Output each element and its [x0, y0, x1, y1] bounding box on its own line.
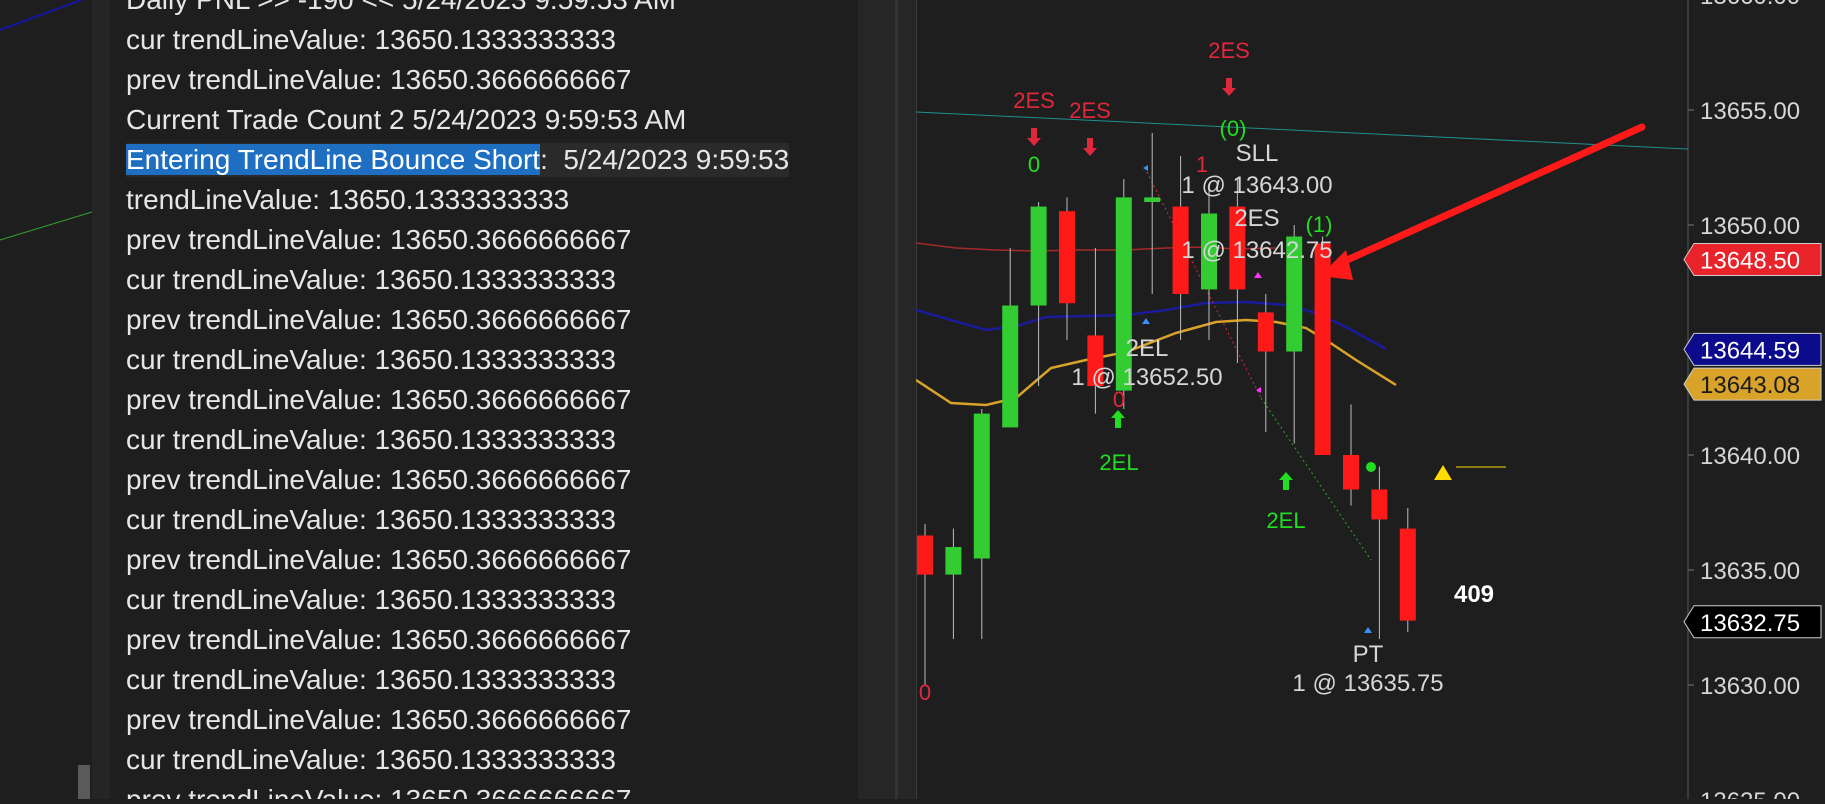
- output-window: Daily PNL >> -190 << 5/24/2023 9:59:53 A…: [110, 0, 858, 799]
- candle-up[interactable]: [1144, 197, 1161, 202]
- line-rest-text: : 5/24/2023 9:59:53: [540, 144, 790, 175]
- buy-arrow-icon: [1111, 410, 1125, 428]
- chart-annotation: 2ES: [1208, 38, 1250, 63]
- chart-annotation: (1): [1306, 212, 1333, 237]
- divider-bar[interactable]: [895, 0, 898, 799]
- price-marker-label: 13632.75: [1700, 610, 1800, 637]
- signal-dot: [1366, 462, 1376, 472]
- output-line[interactable]: prev trendLineValue: 13650.3666666667: [126, 303, 631, 337]
- price-tick-label: 13640.00: [1700, 443, 1800, 470]
- chart-annotation: 0: [1113, 387, 1125, 412]
- sell-arrow-icon: [1027, 128, 1041, 146]
- panel-divider[interactable]: [858, 0, 916, 799]
- output-line[interactable]: cur trendLineValue: 13650.1333333333: [126, 743, 616, 777]
- candle-down[interactable]: [1257, 312, 1274, 352]
- sell-arrow-icon: [1083, 138, 1097, 156]
- output-line[interactable]: cur trendLineValue: 13650.1333333333: [126, 663, 616, 697]
- chart-annotation: 1 @ 13642.75: [1181, 237, 1332, 264]
- sell-arrow-icon: [1222, 78, 1236, 96]
- output-line[interactable]: cur trendLineValue: 13650.1333333333: [126, 423, 616, 457]
- ma-line-blue: [0, 0, 85, 31]
- panel-separator[interactable]: [92, 0, 110, 799]
- price-tick-label: 13635.00: [1700, 558, 1800, 585]
- output-line[interactable]: cur trendLineValue: 13650.1333333333: [126, 343, 616, 377]
- output-line[interactable]: Current Trade Count 2 5/24/2023 9:59:53 …: [126, 103, 686, 137]
- entry-marker-icon: [1142, 318, 1150, 324]
- output-line[interactable]: cur trendLineValue: 13650.1333333333: [126, 23, 616, 57]
- price-tick-label: 13650.00: [1700, 213, 1800, 240]
- chart-annotation: (0): [1220, 116, 1247, 141]
- output-line[interactable]: prev trendLineValue: 13650.3666666667: [126, 623, 631, 657]
- candle-up[interactable]: [945, 547, 962, 575]
- chart-annotation: 2ES: [1069, 98, 1111, 123]
- chart-annotation: 2EL: [1266, 508, 1305, 533]
- buy-arrow-icon: [1279, 472, 1293, 490]
- price-chart[interactable]: 2ES 0 2ES 2ES (0) 1 SLL 1 @ 13643.00 2ES 1 @ 1364…: [915, 0, 1825, 804]
- chart-annotation: SLL: [1236, 140, 1279, 167]
- chart-annotation: 2EL: [1126, 335, 1169, 362]
- output-line[interactable]: prev trendLineValue: 13650.3666666667: [126, 463, 631, 497]
- exit-marker-icon: [1254, 272, 1262, 278]
- output-line[interactable]: prev trendLineValue: 13650.3666666667: [126, 543, 631, 577]
- target-marker-icon: [1364, 627, 1372, 633]
- price-marker-label: 13644.59: [1700, 337, 1800, 364]
- output-line[interactable]: prev trendLineValue: 13650.3666666667: [126, 223, 631, 257]
- chart-annotation: 1 @ 13652.50: [1071, 364, 1222, 391]
- price-tick-label: 13660.00: [1700, 0, 1800, 10]
- candle-down[interactable]: [917, 535, 933, 575]
- chart-annotation: PT: [1353, 641, 1384, 668]
- chart-annotation: 0: [1028, 152, 1040, 177]
- candle-down[interactable]: [1399, 528, 1416, 621]
- output-line-highlighted[interactable]: Entering TrendLine Bounce Short: 5/24/20…: [126, 143, 790, 177]
- ma-line-green: [0, 211, 93, 241]
- chart-annotation: 409: [1454, 581, 1494, 608]
- candle-up[interactable]: [1002, 305, 1019, 428]
- output-line[interactable]: prev trendLineValue: 13650.3666666667: [126, 383, 631, 417]
- output-line[interactable]: cur trendLineValue: 13650.1333333333: [126, 503, 616, 537]
- output-line[interactable]: prev trendLineValue: 13650.3666666667: [126, 63, 631, 97]
- output-line[interactable]: cur trendLineValue: 13650.1333333333: [126, 263, 616, 297]
- alert-triangle-icon: [1434, 465, 1452, 480]
- chart-annotation: 2EL: [1099, 450, 1138, 475]
- chart-annotation: 0: [919, 680, 931, 705]
- chart-annotation: 1 @ 13635.75: [1292, 670, 1443, 697]
- candle-down[interactable]: [1059, 211, 1075, 304]
- entry-marker-icon: [1143, 165, 1148, 171]
- chart-annotation: 2ES: [1013, 88, 1055, 113]
- candle-down[interactable]: [1343, 455, 1359, 490]
- chart-annotation: 2ES: [1234, 205, 1279, 232]
- chart-canvas[interactable]: 2ES02ES2ES(0)1 SLL1 @ 13643.002ES1 @ 1364…: [915, 0, 1825, 804]
- callout-arrow-shaft: [1332, 123, 1646, 269]
- candle-up[interactable]: [1030, 206, 1047, 306]
- chart-annotation: 1 @ 13643.00: [1181, 172, 1332, 199]
- price-marker-label: 13648.50: [1700, 248, 1800, 275]
- price-tick-label: 13625.00: [1700, 788, 1800, 799]
- left-scrollbar-thumb[interactable]: [78, 765, 90, 799]
- left-chart-lines: [0, 0, 93, 241]
- candle-up[interactable]: [973, 413, 990, 559]
- selected-text[interactable]: Entering TrendLine Bounce Short: [126, 144, 541, 175]
- output-line[interactable]: trendLineValue: 13650.1333333333: [126, 183, 569, 217]
- output-line[interactable]: cur trendLineValue: 13650.1333333333: [126, 583, 616, 617]
- output-line[interactable]: prev trendLineValue: 13650.3666666667: [126, 703, 631, 737]
- price-tick-label: 13655.00: [1700, 98, 1800, 125]
- output-line[interactable]: prev trendLineValue: 13650.3666666667: [126, 783, 631, 799]
- output-line[interactable]: Daily PNL >> -190 << 5/24/2023 9:59:53 A…: [126, 0, 676, 17]
- left-chart-strip: [0, 0, 110, 799]
- price-marker-label: 13643.08: [1700, 372, 1800, 399]
- candle-down[interactable]: [1371, 489, 1388, 520]
- price-tick-label: 13630.00: [1700, 673, 1800, 700]
